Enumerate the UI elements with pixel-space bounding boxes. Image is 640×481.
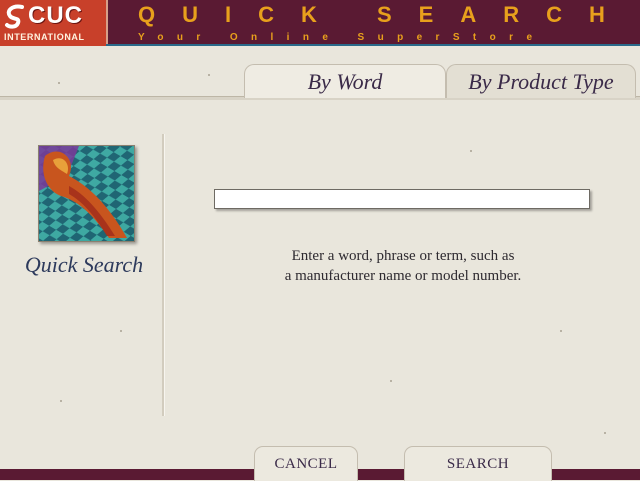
paper-speck [208, 74, 210, 76]
search-hint: Enter a word, phrase or term, such as a … [262, 246, 544, 286]
logo-text: CUC [28, 2, 83, 29]
tab-by-word[interactable]: By Word [244, 64, 446, 98]
app-header: CUC INTERNATIONAL QUICK SEARCH Your Onli… [0, 0, 640, 46]
search-input[interactable] [214, 189, 590, 209]
vertical-divider [162, 134, 165, 416]
search-hint-line-2: a manufacturer name or model number. [284, 268, 522, 284]
page-title: QUICK SEARCH [138, 2, 632, 27]
quick-search-illustration [38, 145, 135, 242]
paper-speck [58, 82, 60, 84]
cuc-logo: CUC INTERNATIONAL [0, 0, 108, 46]
paper-speck [470, 150, 472, 152]
paper-speck [390, 380, 392, 382]
paper-speck [604, 432, 606, 434]
tagline: Your Online SuperStore [138, 32, 546, 43]
paper-speck [560, 330, 562, 332]
header-rule [106, 44, 640, 46]
quick-search-label: Quick Search [24, 252, 144, 277]
cancel-button[interactable]: CANCEL [254, 446, 358, 481]
cuc-swirl-icon [5, 4, 24, 29]
paper-speck [60, 400, 62, 402]
tab-by-product-type[interactable]: By Product Type [446, 64, 636, 98]
logo-subtext: INTERNATIONAL [4, 32, 85, 42]
search-button[interactable]: SEARCH [404, 446, 552, 481]
search-hint-line-1: Enter a word, phrase or term, such as [291, 248, 515, 264]
paper-speck [120, 330, 122, 332]
